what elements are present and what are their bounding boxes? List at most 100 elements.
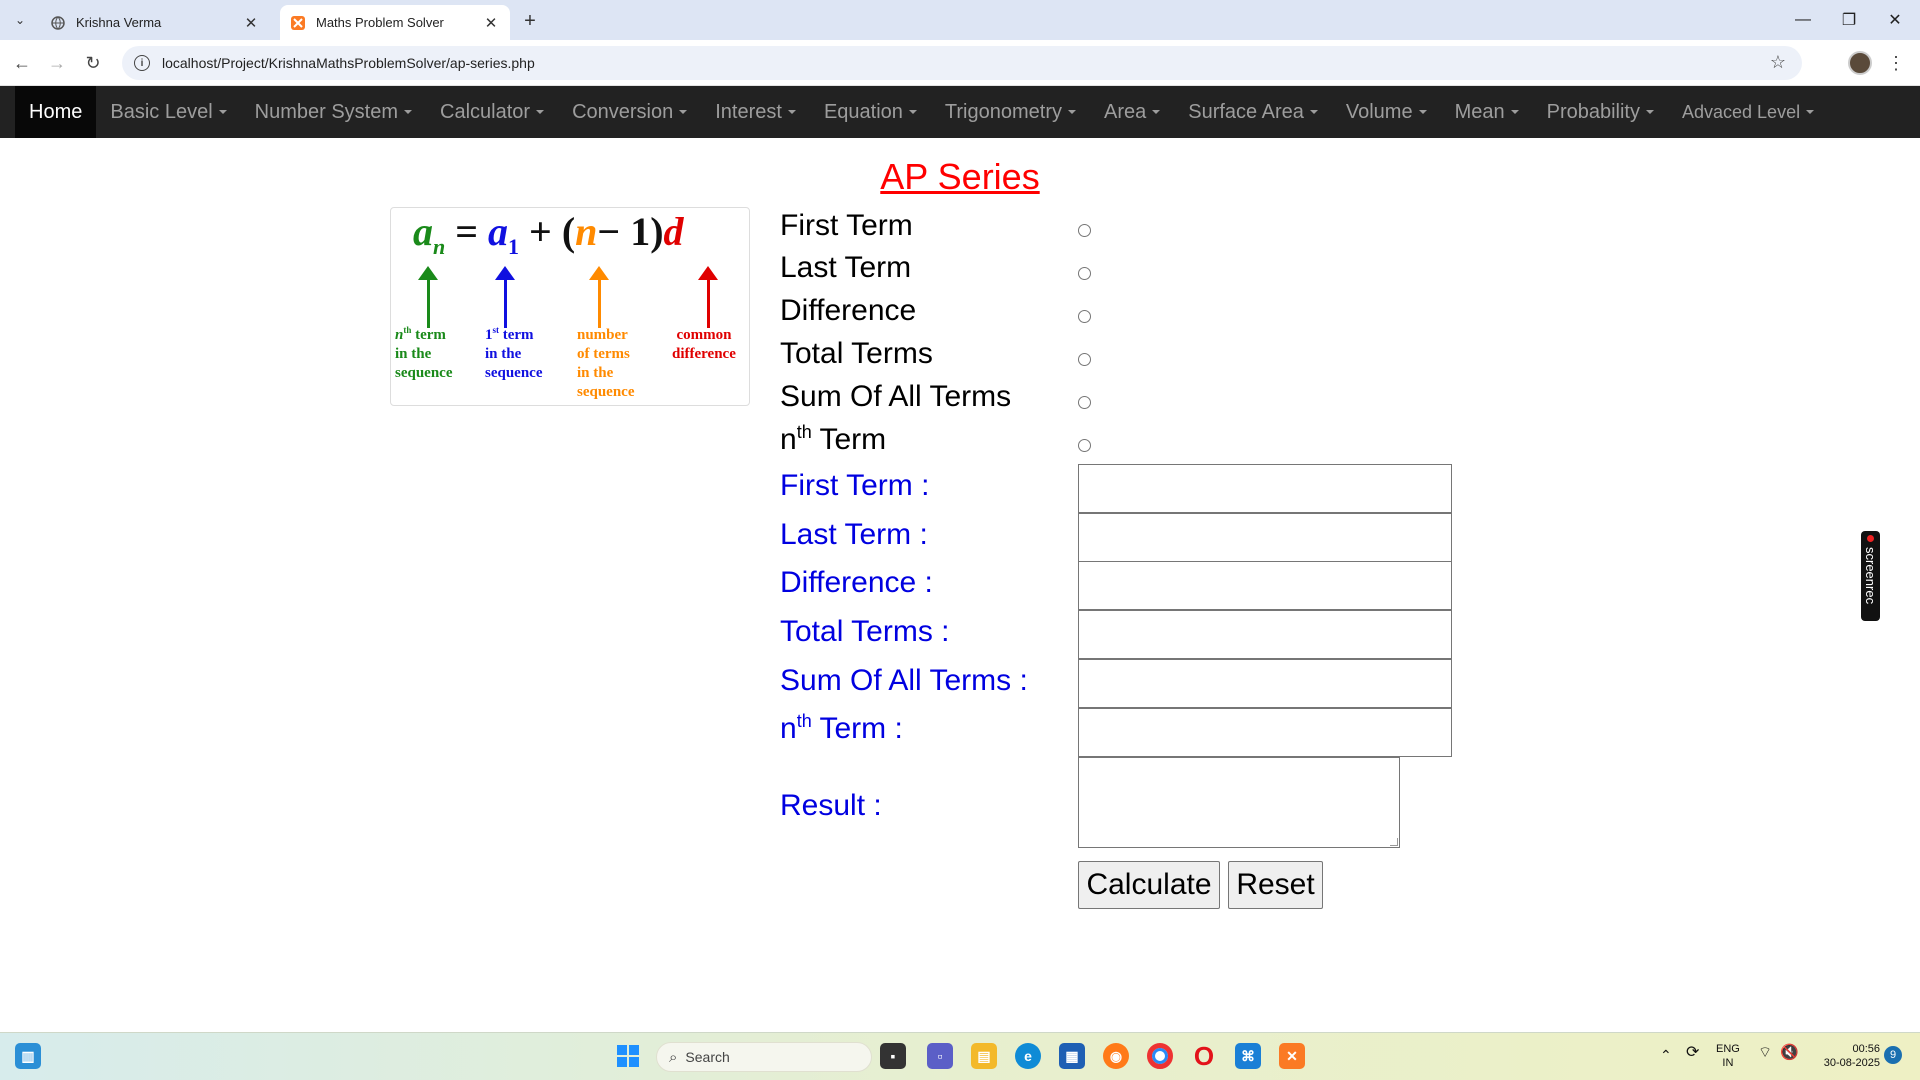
opera-icon[interactable]: O [1191, 1041, 1217, 1071]
search-icon: ⌕ [669, 1048, 678, 1066]
caret-down-icon [218, 110, 227, 114]
difference-input[interactable] [1078, 561, 1452, 610]
first-term-caption: 1st term in the sequence [485, 325, 543, 382]
last-term-input[interactable] [1078, 513, 1452, 562]
option-total-terms-label: Total Terms [780, 337, 933, 370]
total-terms-label: Total Terms : [780, 615, 950, 648]
taskbar-search[interactable]: ⌕ Search [656, 1042, 872, 1072]
site-info-icon[interactable]: i [134, 55, 150, 71]
tab-title: Krishna Verma [76, 15, 162, 30]
nth-term-input[interactable] [1078, 708, 1452, 757]
caret-down-icon [1510, 110, 1519, 114]
sum-of-all-terms-label: Sum Of All Terms : [780, 664, 1028, 697]
nav-conversion[interactable]: Conversion [558, 86, 701, 138]
nav-probability[interactable]: Probability [1533, 86, 1668, 138]
microsoft-store-icon[interactable]: ▦ [1059, 1043, 1085, 1069]
task-view-icon[interactable]: ▪ [880, 1043, 906, 1069]
globe-icon [50, 15, 66, 31]
up-arrow-icon [589, 266, 609, 328]
browser-tab-bar: ⌄ Krishna Verma ✕ Maths Problem Solver ✕… [0, 0, 1920, 40]
widgets-icon[interactable]: ▥ [15, 1043, 41, 1069]
up-arrow-icon [698, 266, 718, 328]
calculate-button[interactable]: Calculate [1078, 861, 1220, 909]
screenrec-widget[interactable]: screenrec [1861, 531, 1880, 621]
chrome-icon[interactable] [1147, 1043, 1173, 1069]
tab-krishna-verma[interactable]: Krishna Verma ✕ [40, 5, 270, 40]
tab-maths-problem-solver[interactable]: Maths Problem Solver ✕ [280, 5, 510, 40]
resize-handle-icon[interactable] [1390, 838, 1398, 846]
vscode-icon[interactable]: ⌘ [1235, 1043, 1261, 1069]
option-total-terms-radio[interactable] [1078, 353, 1091, 366]
nav-equation[interactable]: Equation [810, 86, 931, 138]
edge-icon[interactable]: e [1015, 1043, 1041, 1069]
wifi-icon[interactable]: ⌔ [1758, 1045, 1772, 1060]
firefox-icon[interactable]: ◉ [1103, 1043, 1129, 1069]
record-dot-icon [1867, 535, 1874, 542]
nav-advanced-level[interactable]: Advaced Level [1668, 86, 1828, 138]
nav-calculator[interactable]: Calculator [426, 86, 558, 138]
site-navbar: Home Basic Level Number System Calculato… [0, 86, 1920, 138]
forward-arrow-icon[interactable]: → [43, 49, 71, 77]
browser-toolbar: ← → ↻ i localhost/Project/KrishnaMathsPr… [0, 40, 1920, 86]
option-sum-label: Sum Of All Terms [780, 380, 1012, 413]
option-first-term-radio[interactable] [1078, 224, 1091, 237]
tab-close-icon[interactable]: ✕ [242, 14, 260, 32]
menu-kebab-icon[interactable]: ⋮ [1887, 50, 1905, 76]
window-close-icon[interactable]: ✕ [1872, 6, 1918, 34]
file-explorer-icon[interactable]: ▤ [971, 1043, 997, 1069]
option-nth-term-label: nth Term [780, 422, 887, 456]
option-nth-term-radio[interactable] [1078, 439, 1091, 452]
option-difference-radio[interactable] [1078, 310, 1091, 323]
total-terms-input[interactable] [1078, 610, 1452, 659]
windows-start-icon[interactable] [615, 1043, 641, 1069]
sync-icon[interactable]: ⟳ [1686, 1045, 1699, 1061]
nav-surface-area[interactable]: Surface Area [1174, 86, 1332, 138]
new-tab-plus-icon[interactable]: + [518, 9, 542, 33]
reset-button[interactable]: Reset [1228, 861, 1323, 909]
star-icon[interactable]: ☆ [1770, 52, 1786, 73]
nav-home[interactable]: Home [15, 86, 97, 138]
caret-down-icon [404, 110, 413, 114]
nav-trigonometry[interactable]: Trigonometry [931, 86, 1090, 138]
caret-down-icon [1418, 110, 1427, 114]
nav-interest[interactable]: Interest [701, 86, 810, 138]
nav-number-system[interactable]: Number System [241, 86, 426, 138]
sum-of-all-terms-input[interactable] [1078, 659, 1452, 708]
caret-down-icon [908, 110, 917, 114]
restore-icon[interactable]: ❐ [1826, 6, 1872, 34]
volume-muted-icon[interactable]: 🔇 [1780, 1045, 1799, 1060]
nav-area[interactable]: Area [1090, 86, 1174, 138]
result-textarea[interactable] [1078, 757, 1400, 848]
xampp-icon[interactable]: ✕ [1279, 1043, 1305, 1069]
nav-basic-level[interactable]: Basic Level [96, 86, 240, 138]
option-first-term-label: First Term [780, 209, 913, 242]
minimize-icon[interactable]: — [1780, 6, 1826, 34]
clock[interactable]: 00:56 30-08-2025 [1810, 1042, 1880, 1070]
caret-down-icon [536, 110, 545, 114]
caret-down-icon [1309, 110, 1318, 114]
address-bar[interactable]: i localhost/Project/KrishnaMathsProblemS… [122, 46, 1802, 80]
up-arrow-icon [495, 266, 515, 328]
option-last-term-radio[interactable] [1078, 267, 1091, 280]
first-term-input[interactable] [1078, 464, 1452, 513]
option-sum-radio[interactable] [1078, 396, 1091, 409]
ap-formula-image: an = a1 + (n− 1)d nth term in the sequen… [390, 207, 750, 406]
tab-search-chevron-icon[interactable]: ⌄ [8, 8, 32, 32]
caret-down-icon [787, 110, 796, 114]
language-indicator[interactable]: ENG IN [1716, 1042, 1740, 1070]
result-label: Result : [780, 789, 882, 822]
page-title: AP Series [880, 156, 1040, 197]
nav-mean[interactable]: Mean [1441, 86, 1533, 138]
nav-volume[interactable]: Volume [1332, 86, 1441, 138]
chevron-up-icon[interactable]: ⌃ [1660, 1048, 1672, 1062]
caret-down-icon [1067, 110, 1076, 114]
back-arrow-icon[interactable]: ← [8, 49, 36, 77]
teams-chat-icon[interactable]: ▫ [927, 1043, 953, 1069]
caret-down-icon [1152, 110, 1161, 114]
tab-close-icon[interactable]: ✕ [482, 14, 500, 32]
number-of-terms-caption: number of terms in the sequence [577, 327, 635, 400]
option-difference-label: Difference [780, 294, 917, 327]
reload-icon[interactable]: ↻ [79, 49, 107, 77]
notification-badge[interactable]: 9 [1884, 1046, 1902, 1064]
profile-avatar[interactable] [1848, 51, 1872, 75]
